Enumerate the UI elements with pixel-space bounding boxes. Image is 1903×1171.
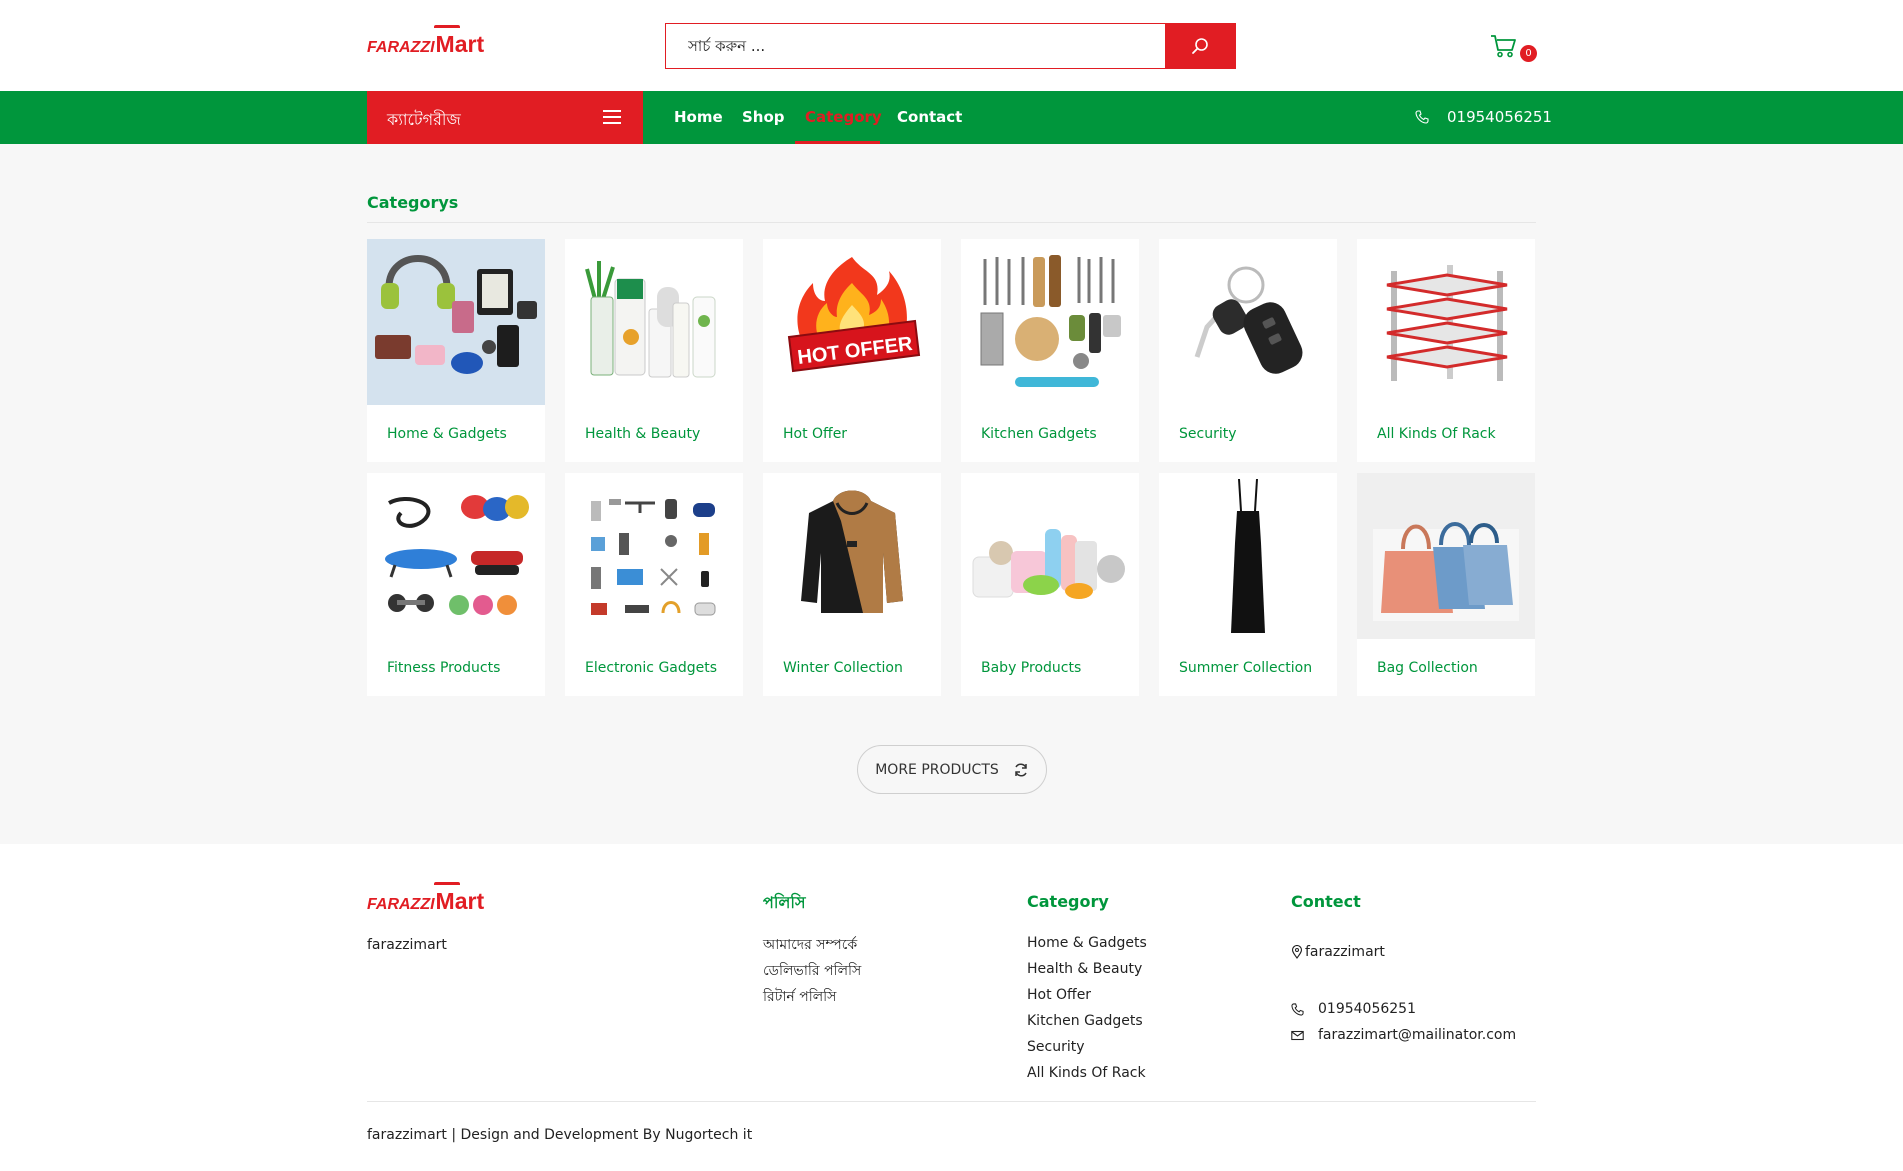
category-card-winter-collection[interactable]: Winter Collection	[763, 473, 941, 696]
category-name: Baby Products	[981, 660, 1082, 676]
cart-icon	[1491, 35, 1516, 58]
category-card-home-gadgets[interactable]: Home & Gadgets	[367, 239, 545, 462]
footer-divider	[367, 1101, 1536, 1102]
nav-link-home[interactable]: Home	[674, 108, 723, 126]
footer-link-delivery-policy[interactable]: ডেলিভারি পলিসি	[763, 959, 861, 983]
category-card-fitness-products[interactable]: Fitness Products	[367, 473, 545, 696]
category-image-electronics	[565, 473, 743, 639]
site-header: FARAZZI Mart 0	[0, 0, 1903, 91]
mail-icon	[1291, 1030, 1304, 1040]
site-logo[interactable]: FARAZZI Mart	[367, 25, 484, 58]
category-name: Security	[1179, 426, 1237, 442]
category-image-kitchen-gadgets	[961, 239, 1139, 405]
logo-text-farazzi: FARAZZI	[367, 896, 435, 913]
more-products-label: MORE PRODUCTS	[875, 761, 999, 778]
category-image-bags	[1357, 473, 1535, 639]
footer-link-return-policy[interactable]: রিটার্ন পলিসি	[763, 985, 836, 1009]
categories-menu-button[interactable]: ক্যাটেগরীজ	[367, 91, 643, 144]
more-products-button[interactable]: MORE PRODUCTS	[857, 745, 1047, 794]
footer-link-about-us[interactable]: আমাদের সম্পর্কে	[763, 933, 857, 957]
footer-category-link[interactable]: All Kinds Of Rack	[1027, 1065, 1146, 1081]
footer-phone-number: 01954056251	[1318, 1001, 1416, 1017]
footer-category-link[interactable]: Security	[1027, 1039, 1085, 1055]
category-name: All Kinds Of Rack	[1377, 426, 1496, 442]
category-name: Summer Collection	[1179, 660, 1313, 676]
category-image-security	[1159, 239, 1337, 405]
footer-logo[interactable]: FARAZZI Mart	[367, 882, 484, 915]
category-image-rack	[1357, 239, 1535, 405]
footer-copyright: farazzimart | Design and Development By …	[367, 1127, 753, 1143]
header-phone-number: 01954056251	[1447, 108, 1552, 126]
divider	[367, 222, 1536, 223]
logo-text-mart: Mart	[433, 882, 484, 915]
search-icon	[1192, 38, 1208, 54]
footer-category-link[interactable]: Home & Gadgets	[1027, 935, 1147, 951]
category-card-all-kinds-of-rack[interactable]: All Kinds Of Rack	[1357, 239, 1535, 462]
cart-button[interactable]: 0	[1490, 34, 1537, 62]
footer-category-link[interactable]: Kitchen Gadgets	[1027, 1013, 1143, 1029]
category-name: Electronic Gadgets	[585, 660, 718, 676]
nav-link-category[interactable]: Category	[805, 108, 882, 126]
category-image-fitness	[367, 473, 545, 639]
logo-text-farazzi: FARAZZI	[367, 39, 435, 56]
category-card-electronic-gadgets[interactable]: Electronic Gadgets	[565, 473, 743, 696]
cart-count-badge: 0	[1520, 45, 1537, 62]
category-name: Health & Beauty	[585, 426, 701, 442]
hamburger-icon	[603, 110, 621, 124]
site-footer: FARAZZI Mart farazzimart পলিসি আমাদের সম…	[0, 844, 1903, 1171]
category-image-hot-offer: HOT OFFER	[763, 239, 941, 405]
category-card-summer-collection[interactable]: Summer Collection	[1159, 473, 1337, 696]
categories-title: Categorys	[367, 193, 459, 212]
location-pin-icon	[1291, 945, 1303, 959]
category-card-kitchen-gadgets[interactable]: Kitchen Gadgets	[961, 239, 1139, 462]
category-card-security[interactable]: Security	[1159, 239, 1337, 462]
footer-address: farazzimart	[1291, 944, 1385, 960]
footer-email-text: farazzimart@mailinator.com	[1318, 1027, 1517, 1043]
category-name: Home & Gadgets	[387, 426, 507, 442]
phone-icon	[1291, 1002, 1304, 1016]
footer-category-link[interactable]: Hot Offer	[1027, 987, 1091, 1003]
phone-icon	[1415, 110, 1429, 124]
search-input[interactable]	[666, 24, 1166, 68]
header-phone[interactable]: 01954056251	[1415, 108, 1552, 126]
category-image-home-gadgets	[367, 239, 545, 405]
refresh-icon	[1015, 762, 1027, 777]
footer-email[interactable]: farazzimart@mailinator.com	[1291, 1027, 1516, 1043]
category-image-health-beauty	[565, 239, 743, 405]
category-name: Fitness Products	[387, 660, 501, 676]
categories-menu-label: ক্যাটেগরীজ	[387, 110, 461, 129]
footer-category-link[interactable]: Health & Beauty	[1027, 961, 1142, 977]
category-card-health-beauty[interactable]: Health & Beauty	[565, 239, 743, 462]
main-navbar: ক্যাটেগরীজ Home Shop Category Contact 01…	[0, 91, 1903, 144]
category-name: Kitchen Gadgets	[981, 426, 1097, 442]
footer-address-text: farazzimart	[1305, 944, 1385, 960]
category-card-hot-offer[interactable]: HOT OFFER Hot Offer	[763, 239, 941, 462]
search-button[interactable]	[1165, 24, 1235, 68]
nav-link-contact[interactable]: Contact	[897, 108, 962, 126]
logo-text-mart: Mart	[433, 25, 484, 58]
category-image-summer	[1159, 473, 1337, 639]
category-name: Winter Collection	[783, 660, 903, 676]
category-name: Hot Offer	[783, 426, 848, 442]
footer-phone[interactable]: 01954056251	[1291, 1001, 1416, 1017]
footer-about-text: farazzimart	[367, 937, 447, 953]
active-nav-indicator	[795, 141, 880, 144]
category-card-baby-products[interactable]: Baby Products	[961, 473, 1139, 696]
category-name: Bag Collection	[1377, 660, 1478, 676]
category-image-baby	[961, 473, 1139, 639]
footer-policy-heading: পলিসি	[763, 893, 806, 912]
footer-contact-heading: Contect	[1291, 892, 1361, 911]
category-image-winter	[763, 473, 941, 639]
search-bar	[665, 23, 1236, 69]
footer-category-heading: Category	[1027, 892, 1109, 911]
nav-link-shop[interactable]: Shop	[742, 108, 785, 126]
category-card-bag-collection[interactable]: Bag Collection	[1357, 473, 1535, 696]
